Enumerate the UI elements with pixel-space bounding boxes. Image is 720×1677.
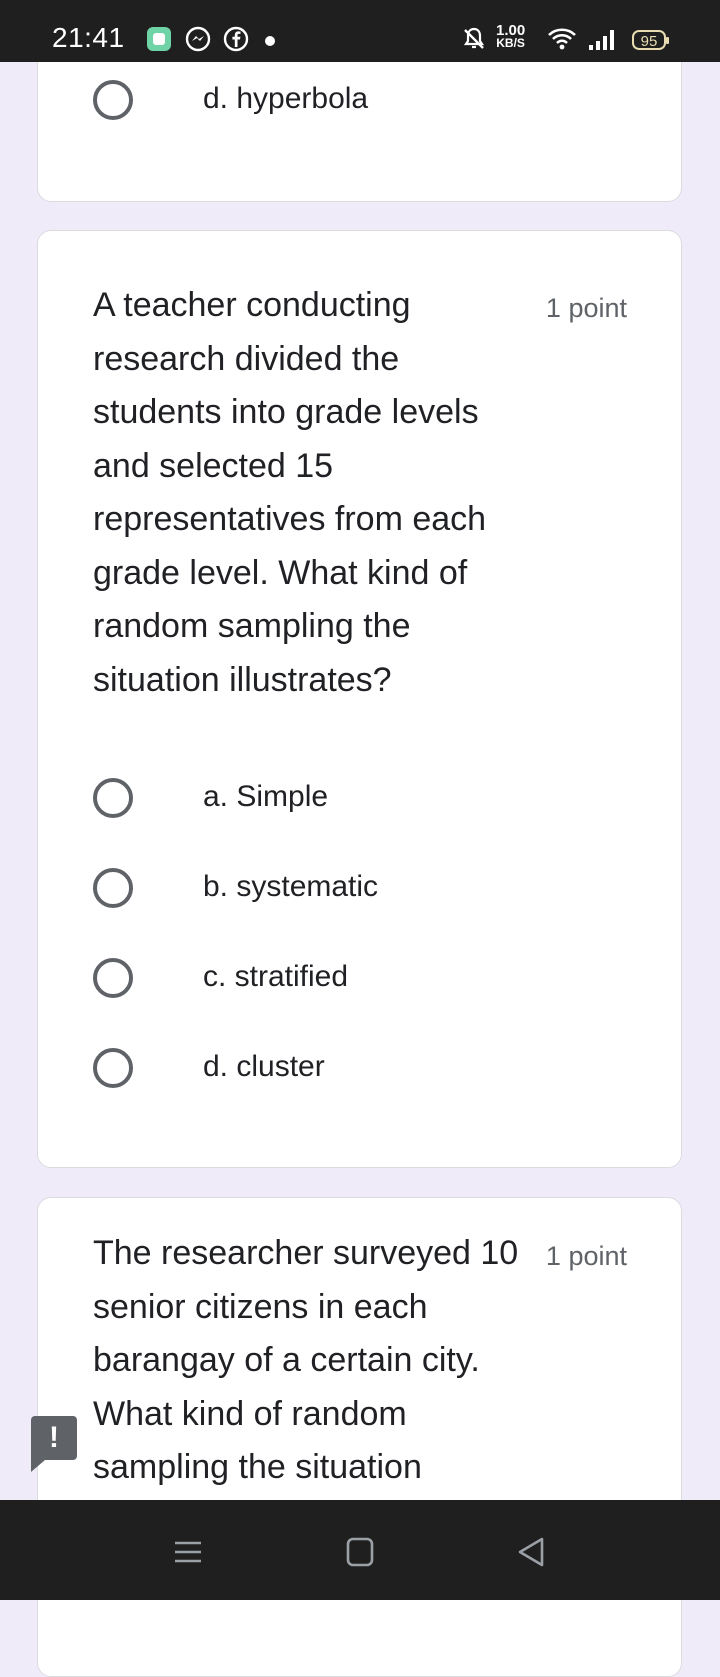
radio-button[interactable]: [93, 1048, 133, 1088]
net-speed-unit: KB/S: [496, 36, 525, 50]
radio-button[interactable]: [93, 80, 133, 120]
home-icon[interactable]: [340, 1534, 380, 1570]
question-text: The researcher surveyed 10 senior citize…: [93, 1234, 519, 1486]
back-icon[interactable]: [512, 1534, 552, 1570]
menu-icon[interactable]: [168, 1534, 208, 1570]
question-text: A teacher conducting research divided th…: [93, 286, 487, 699]
points-label: 1 point: [545, 1241, 627, 1271]
option-label: c. stratified: [203, 960, 349, 993]
radio-button[interactable]: [93, 958, 133, 998]
option-label: a. Simple: [203, 780, 329, 813]
navigation-bar: [0, 1500, 720, 1600]
option-label: d. hyperbola: [203, 82, 369, 115]
wifi-icon: [548, 28, 576, 50]
app-icon: [147, 27, 171, 51]
status-bar: 21:41 1.00 KB/S 95: [0, 0, 720, 62]
radio-button[interactable]: [93, 868, 133, 908]
option-label: b. systematic: [203, 870, 379, 903]
points-label: 1 point: [545, 293, 627, 323]
radio-button[interactable]: [93, 778, 133, 818]
net-speed: 1.00 KB/S: [496, 23, 525, 50]
facebook-icon: [223, 26, 249, 52]
status-time: 21:41: [52, 22, 125, 53]
mute-icon: [463, 27, 485, 49]
signal-icon: [589, 30, 614, 50]
notification-dot: [265, 36, 275, 46]
option-label: d. cluster: [203, 1050, 325, 1083]
question-card-2: The researcher surveyed 10 senior citize…: [37, 1197, 682, 1677]
report-feedback-icon[interactable]: !: [31, 1416, 77, 1472]
question-card-1: A teacher conducting research divided th…: [37, 230, 682, 1168]
battery-icon: 95: [632, 30, 669, 50]
messenger-icon: [185, 26, 211, 52]
